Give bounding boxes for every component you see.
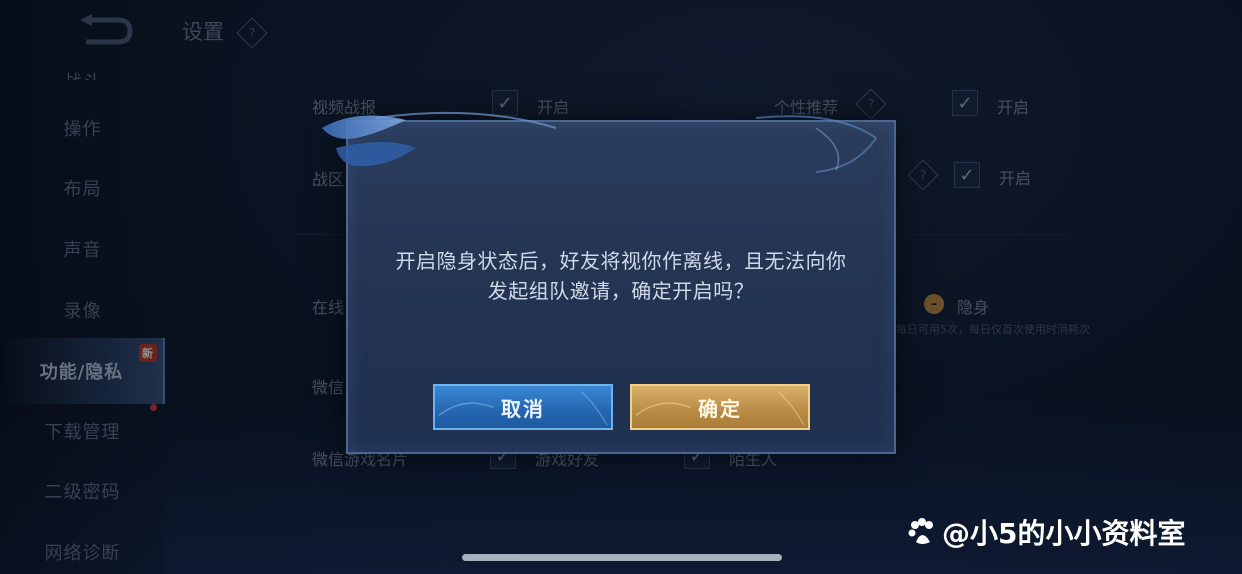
- watermark-text: @小5的小小资料室: [942, 517, 1186, 550]
- confirm-dialog: 开启隐身状态后，好友将视你作离线，且无法向你 发起组队邀请，确定开启吗？ 取消 …: [346, 120, 896, 454]
- paw-logo-icon: [908, 518, 933, 544]
- cancel-button-label: 取消: [501, 396, 545, 421]
- cancel-button[interactable]: 取消: [433, 384, 613, 430]
- dialog-message-line: 发起组队邀请，确定开启吗？: [487, 279, 755, 303]
- watermark: @小5的小小资料室: [906, 512, 1185, 552]
- home-indicator[interactable]: [462, 554, 782, 561]
- dialog-message-line: 开启隐身状态后，好友将视你作离线，且无法向你: [395, 249, 847, 273]
- confirm-button[interactable]: 确定: [630, 384, 810, 430]
- dialog-message: 开启隐身状态后，好友将视你作离线，且无法向你 发起组队邀请，确定开启吗？: [368, 246, 874, 306]
- confirm-button-label: 确定: [698, 396, 742, 421]
